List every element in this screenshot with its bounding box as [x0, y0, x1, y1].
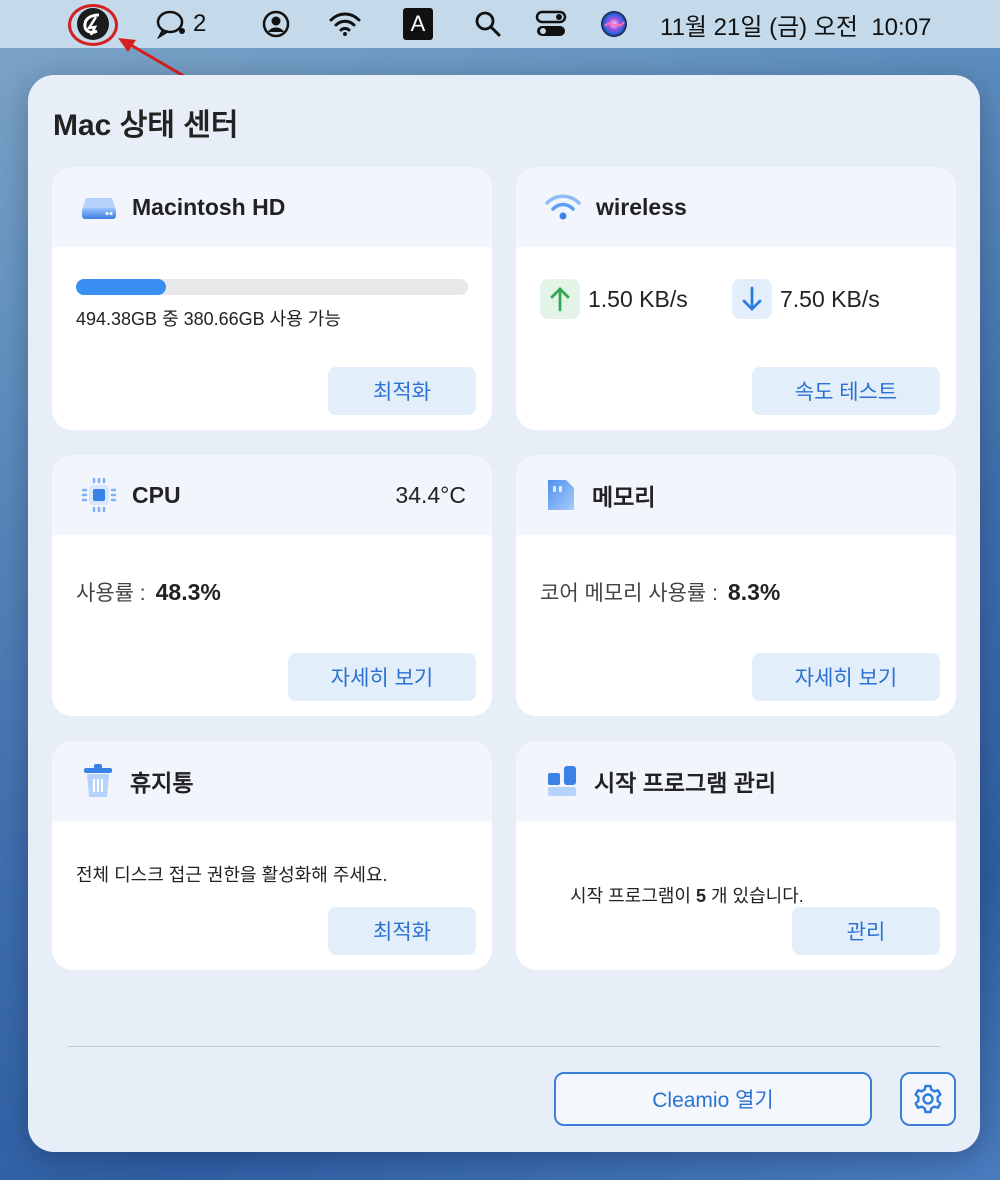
network-title: wireless	[596, 193, 687, 220]
network-card-header: wireless	[516, 167, 956, 247]
upload-arrow-icon	[540, 279, 580, 319]
disk-title: Macintosh HD	[132, 193, 286, 220]
trash-card-header: 휴지통	[52, 741, 492, 821]
cpu-card-header: CPU 34.4°C	[52, 455, 492, 535]
speed-test-button[interactable]: 속도 테스트	[752, 367, 940, 415]
panel-title: Mac 상태 센터	[53, 109, 239, 142]
disk-usage-bar-fill	[76, 279, 167, 295]
control-center-icon[interactable]	[534, 0, 568, 48]
startup-card: 시작 프로그램 관리 시작 프로그램이 5 개 있습니다. 관리	[516, 741, 956, 970]
status-center-panel: Mac 상태 센터 Macintosh HD 494.38GB 중 380.66…	[28, 75, 980, 1152]
startup-title: 시작 프로그램 관리	[594, 770, 777, 796]
disk-card: Macintosh HD 494.38GB 중 380.66GB 사용 가능 최…	[52, 167, 492, 430]
memory-usage-label: 코어 메모리 사용률 :	[540, 582, 718, 605]
cpu-details-button[interactable]: 자세히 보기	[288, 653, 476, 701]
input-source-label: A	[403, 8, 433, 40]
disk-card-header: Macintosh HD	[52, 167, 492, 247]
siri-icon[interactable]	[598, 0, 630, 48]
memory-card-header: 메모리	[516, 455, 956, 535]
cpu-usage-value: 48.3%	[155, 579, 221, 605]
startup-programs-icon	[548, 766, 576, 796]
trash-optimize-button[interactable]: 최적화	[328, 907, 476, 955]
disk-usage-text: 494.38GB 중 380.66GB 사용 가능	[76, 309, 341, 329]
hard-drive-icon	[82, 198, 116, 219]
datetime-text: 11월 21일 (금) 오전 10:07	[660, 13, 932, 41]
startup-manage-button[interactable]: 관리	[792, 907, 940, 955]
user-account-icon[interactable]	[258, 0, 294, 48]
memory-title: 메모리	[592, 484, 656, 510]
open-cleamio-button[interactable]: Cleamio 열기	[554, 1072, 872, 1126]
memory-icon	[548, 480, 574, 510]
gear-icon	[914, 1084, 942, 1114]
trash-card: 휴지통 전체 디스크 접근 권한을 활성화해 주세요. 최적화	[52, 741, 492, 970]
memory-usage-value: 8.3%	[727, 579, 781, 605]
startup-card-header: 시작 프로그램 관리	[516, 741, 956, 821]
trash-message: 전체 디스크 접근 권한을 활성화해 주세요.	[76, 865, 388, 885]
startup-message-before: 시작 프로그램이	[570, 886, 696, 906]
memory-details-button[interactable]: 자세히 보기	[752, 653, 940, 701]
network-card: wireless 1.50 KB/s 7.50 KB/s 속도 테스트	[516, 167, 956, 430]
cpu-temperature: 34.4°C	[395, 481, 466, 508]
cpu-usage: 사용률 : 48.3%	[76, 577, 221, 607]
startup-message: 시작 프로그램이 5 개 있습니다.	[540, 861, 804, 929]
memory-usage: 코어 메모리 사용률 : 8.3%	[540, 577, 780, 607]
download-speed: 7.50 KB/s	[732, 279, 880, 319]
menubar-clock[interactable]: 11월 21일 (금) 오전 10:07	[660, 0, 970, 48]
memory-card: 메모리 코어 메모리 사용률 : 8.3% 자세히 보기	[516, 455, 956, 716]
spotlight-search-icon[interactable]	[472, 0, 504, 48]
upload-speed: 1.50 KB/s	[540, 279, 688, 319]
wifi-icon	[545, 194, 581, 220]
trash-title: 휴지통	[130, 770, 194, 796]
input-source-icon[interactable]: A	[402, 0, 434, 48]
settings-button[interactable]	[900, 1072, 956, 1126]
footer-divider	[68, 1046, 940, 1047]
startup-message-after: 개 있습니다.	[705, 886, 804, 906]
cpu-usage-label: 사용률 :	[76, 582, 146, 605]
upload-speed-value: 1.50 KB/s	[588, 285, 688, 312]
disk-optimize-button[interactable]: 최적화	[328, 367, 476, 415]
download-arrow-icon	[732, 279, 772, 319]
download-speed-value: 7.50 KB/s	[780, 285, 880, 312]
cpu-chip-icon	[81, 477, 117, 513]
cpu-card: CPU 34.4°C 사용률 : 48.3% 자세히 보기	[52, 455, 492, 716]
startup-count: 5	[695, 886, 706, 906]
wifi-icon[interactable]	[325, 0, 365, 48]
cpu-title: CPU	[132, 481, 181, 508]
trash-icon	[84, 764, 112, 797]
disk-usage-bar	[76, 279, 468, 295]
